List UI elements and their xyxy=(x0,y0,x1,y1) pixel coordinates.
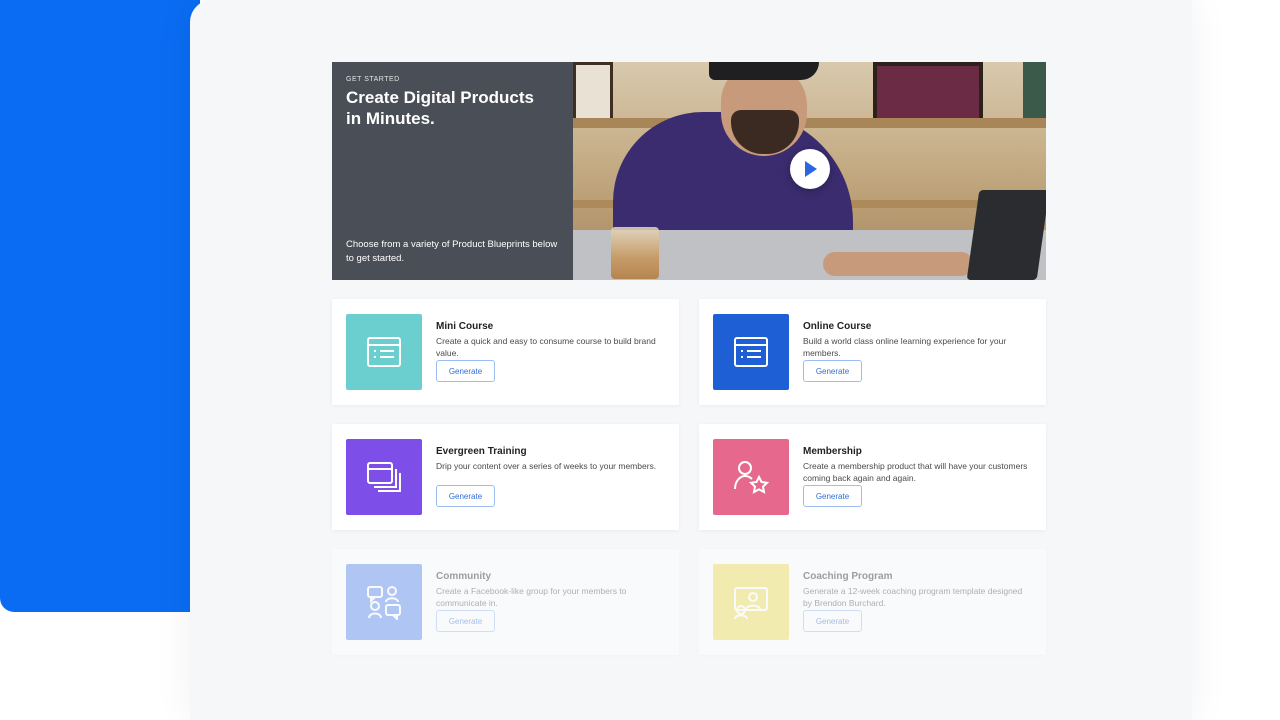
coaching-board-icon xyxy=(734,587,768,620)
card-title: Community xyxy=(436,571,491,582)
hero-description: Choose from a variety of Product Bluepri… xyxy=(346,239,558,264)
person-arm xyxy=(823,252,973,276)
card-title: Online Course xyxy=(803,321,872,332)
wall-frame xyxy=(1023,62,1046,122)
course-list-icon xyxy=(734,337,768,367)
course-list-icon xyxy=(367,337,401,367)
hero-eyebrow: GET STARTED xyxy=(346,76,400,83)
hero-text-panel: GET STARTED Create Digital Products in M… xyxy=(332,62,573,280)
generate-button[interactable]: Generate xyxy=(803,485,862,507)
play-button[interactable] xyxy=(790,149,830,189)
hero-banner: GET STARTED Create Digital Products in M… xyxy=(332,62,1046,280)
stacked-windows-icon xyxy=(367,462,401,492)
wall-frame xyxy=(573,62,613,122)
card-icon-tile xyxy=(346,314,422,390)
generate-button[interactable]: Generate xyxy=(803,610,862,632)
wall-frame xyxy=(873,62,983,122)
blueprint-card-community[interactable]: Community Create a Facebook-like group f… xyxy=(332,549,679,655)
card-title: Membership xyxy=(803,446,862,457)
blueprint-card-online-course[interactable]: Online Course Build a world class online… xyxy=(699,299,1046,405)
generate-button[interactable]: Generate xyxy=(436,610,495,632)
card-icon-tile xyxy=(713,564,789,640)
shelf xyxy=(573,118,1046,128)
generate-button[interactable]: Generate xyxy=(436,360,495,382)
card-description: Create a membership product that will ha… xyxy=(803,461,1028,483)
drink-glass xyxy=(611,227,659,279)
hero-title-line1: Create Digital Products xyxy=(346,88,534,107)
laptop xyxy=(966,190,1046,280)
card-description: Create a quick and easy to consume cours… xyxy=(436,336,656,358)
card-icon-tile xyxy=(713,439,789,515)
blueprint-card-coaching-program[interactable]: Coaching Program Generate a 12-week coac… xyxy=(699,549,1046,655)
generate-button[interactable]: Generate xyxy=(803,360,862,382)
background-accent xyxy=(0,0,200,612)
person-cap xyxy=(709,62,819,80)
blueprint-card-evergreen-training[interactable]: Evergreen Training Drip your content ove… xyxy=(332,424,679,530)
card-description: Drip your content over a series of weeks… xyxy=(436,461,657,471)
hero-title-line2: in Minutes. xyxy=(346,109,435,128)
card-description: Create a Facebook-like group for your me… xyxy=(436,586,627,608)
community-chat-icon xyxy=(367,586,401,620)
card-description: Build a world class online learning expe… xyxy=(803,336,1007,358)
blueprint-card-membership[interactable]: Membership Create a membership product t… xyxy=(699,424,1046,530)
member-star-icon xyxy=(734,461,769,494)
card-title: Coaching Program xyxy=(803,571,893,582)
blueprint-card-mini-course[interactable]: Mini Course Create a quick and easy to c… xyxy=(332,299,679,405)
card-icon-tile xyxy=(346,564,422,640)
hero-title: Create Digital Products in Minutes. xyxy=(346,87,559,129)
card-icon-tile xyxy=(346,439,422,515)
card-title: Evergreen Training xyxy=(436,446,527,457)
card-icon-tile xyxy=(713,314,789,390)
hero-video-thumbnail[interactable] xyxy=(573,62,1046,280)
card-title: Mini Course xyxy=(436,321,494,332)
card-description: Generate a 12-week coaching program temp… xyxy=(803,586,1023,608)
play-icon xyxy=(805,161,817,177)
generate-button[interactable]: Generate xyxy=(436,485,495,507)
